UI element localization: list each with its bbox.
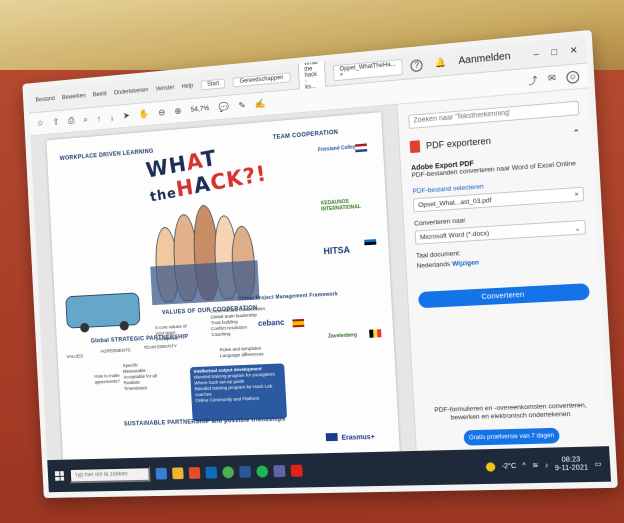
tab-doc-2[interactable]: Oppet_WhatTheHa... × [332, 58, 404, 81]
acrobat-icon[interactable] [290, 464, 303, 477]
menu-item[interactable]: Beeld [93, 91, 107, 98]
zoom-in-icon[interactable]: ⊕ [174, 106, 182, 117]
edge-icon[interactable] [205, 466, 218, 479]
menu-item[interactable]: Venster [155, 85, 174, 92]
remove-file-icon[interactable]: × [574, 191, 578, 199]
heading-team-coop: TEAM COOPERATION [272, 129, 339, 141]
monitor: Bestand Bewerken Beeld Ondertekenen Vens… [22, 29, 618, 499]
free-trial-button[interactable]: Gratis proefversie van 7 dagen [463, 427, 560, 446]
flag-nl [354, 143, 368, 153]
help-icon[interactable]: ? [410, 58, 424, 72]
clock[interactable]: 08:23 9-11-2021 [554, 456, 589, 473]
label-team-identity: TEAM IDENTITY [143, 344, 178, 351]
pdf-export-icon [409, 139, 421, 153]
pm-list-2: Rules and templates Language differences [219, 346, 264, 360]
chevron-down-icon: ⌄ [574, 224, 581, 233]
bookmark-icon[interactable]: ☆ [36, 118, 44, 129]
chevron-up-icon[interactable]: ^ [522, 462, 526, 469]
menu-item[interactable]: Bestand [35, 96, 55, 103]
sign-in-link[interactable]: Aanmelden [458, 50, 511, 67]
temperature[interactable]: -2°C [501, 462, 516, 470]
caravan-illustration [65, 292, 141, 333]
upload-icon[interactable]: ⇪ [52, 117, 59, 128]
notifications-icon[interactable]: ▭ [594, 460, 602, 468]
convert-button[interactable]: Converteren [418, 282, 590, 308]
flag-be [369, 329, 382, 338]
flag-eu [325, 432, 338, 442]
menu-item[interactable]: Ondertekenen [114, 87, 149, 96]
promo-block: PDF-formulieren en -overeenkomsten conve… [424, 402, 599, 447]
arrow-up-icon[interactable]: ↑ [97, 113, 102, 123]
share-icon[interactable]: ⤴ [528, 73, 538, 87]
spotify-icon[interactable] [256, 465, 269, 478]
change-language-link[interactable]: Wijzigen [452, 259, 479, 268]
pm-list: Cross-cultural collaboration Global team… [210, 307, 266, 339]
tab-tools[interactable]: Gereedschappen [232, 71, 291, 87]
close-icon[interactable]: ✕ [569, 44, 578, 57]
logo-zavelenberg: Zavelenberg [328, 332, 358, 340]
chevron-up-icon[interactable]: ⌃ [572, 128, 581, 140]
word-icon[interactable] [239, 465, 252, 478]
heading-workplace: WORKPLACE DRIVEN LEARNING [59, 148, 154, 163]
task-view-icon[interactable] [155, 467, 168, 480]
hand-icon[interactable]: ✋ [139, 109, 150, 120]
logo-kedaunos: KEDAUNOS INTERNATIONAL [320, 198, 362, 213]
chrome-icon[interactable] [222, 466, 235, 479]
minimize-icon[interactable]: – [533, 48, 539, 61]
pen-icon[interactable]: ✎ [238, 100, 246, 111]
tab-start[interactable]: Start [200, 77, 226, 90]
label-agreements: AGREEMENTS [100, 348, 131, 355]
cursor-icon[interactable]: ➤ [123, 110, 130, 121]
logo-hitsa: HITSA [323, 244, 351, 257]
menu-item[interactable]: Bewerken [62, 93, 86, 101]
zoom-out-icon[interactable]: ⊖ [158, 107, 165, 118]
intellectual-output-box: Intellectual output development Blended … [189, 363, 288, 422]
tools-search-input[interactable] [408, 100, 580, 129]
pdf-page: WORKPLACE DRIVEN LEARNING WHAT theHACK?!… [46, 112, 401, 470]
maximize-icon[interactable]: □ [551, 46, 557, 59]
search-icon[interactable]: ⌕ [83, 114, 88, 125]
sign-icon[interactable]: ✍ [255, 98, 266, 110]
wifi-icon[interactable]: ≋ [532, 461, 539, 469]
mail-icon[interactable]: ✉ [548, 73, 557, 85]
comment-icon[interactable]: 💬 [218, 102, 229, 114]
account-icon[interactable]: ☺ [566, 69, 580, 84]
team-illustration [147, 192, 260, 306]
heading-strategic: Global STRATEGIC PARTNERSHIP [90, 334, 189, 345]
export-pdf-header[interactable]: PDF exporteren ⌃ [409, 127, 581, 153]
volume-icon[interactable]: ♪ [544, 462, 548, 469]
label-values: VALUES [66, 354, 84, 360]
windows-start-icon[interactable] [54, 471, 65, 481]
screen: Bestand Bewerken Beeld Ondertekenen Vens… [27, 36, 612, 493]
teams-icon[interactable] [273, 465, 286, 478]
tools-pane: PDF exporteren ⌃ Adobe Export PDF PDF-be… [396, 88, 610, 464]
logo-friesland: Friesland College [317, 144, 359, 154]
taskbar-search-input[interactable] [68, 466, 151, 484]
flag-ee [364, 239, 377, 248]
smart-list: Specific Measurable Acceptable for all R… [122, 363, 157, 392]
system-tray: -2°C ^ ≋ ♪ 08:23 9-11-2021 ▭ [485, 456, 602, 475]
print-icon[interactable]: ⎙ [68, 115, 75, 126]
office-icon[interactable] [188, 467, 201, 479]
bell-icon[interactable]: 🔔 [435, 56, 447, 69]
logo-erasmus: Erasmus+ [341, 433, 375, 442]
explorer-icon[interactable] [172, 467, 184, 480]
weather-sun-icon[interactable] [485, 461, 496, 472]
document-area[interactable]: WORKPLACE DRIVEN LEARNING WHAT theHACK?!… [30, 104, 417, 472]
how-make-agreements: How to make agreements? [94, 373, 121, 386]
flag-es [292, 318, 305, 328]
heading-sustainable: SUSTAINABLE PARTNERSHIP and possible fri… [123, 416, 286, 428]
zoom-level[interactable]: 54,7% [190, 105, 209, 113]
arrow-down-icon[interactable]: ↓ [110, 112, 115, 122]
menu-item[interactable]: Help [182, 83, 194, 90]
